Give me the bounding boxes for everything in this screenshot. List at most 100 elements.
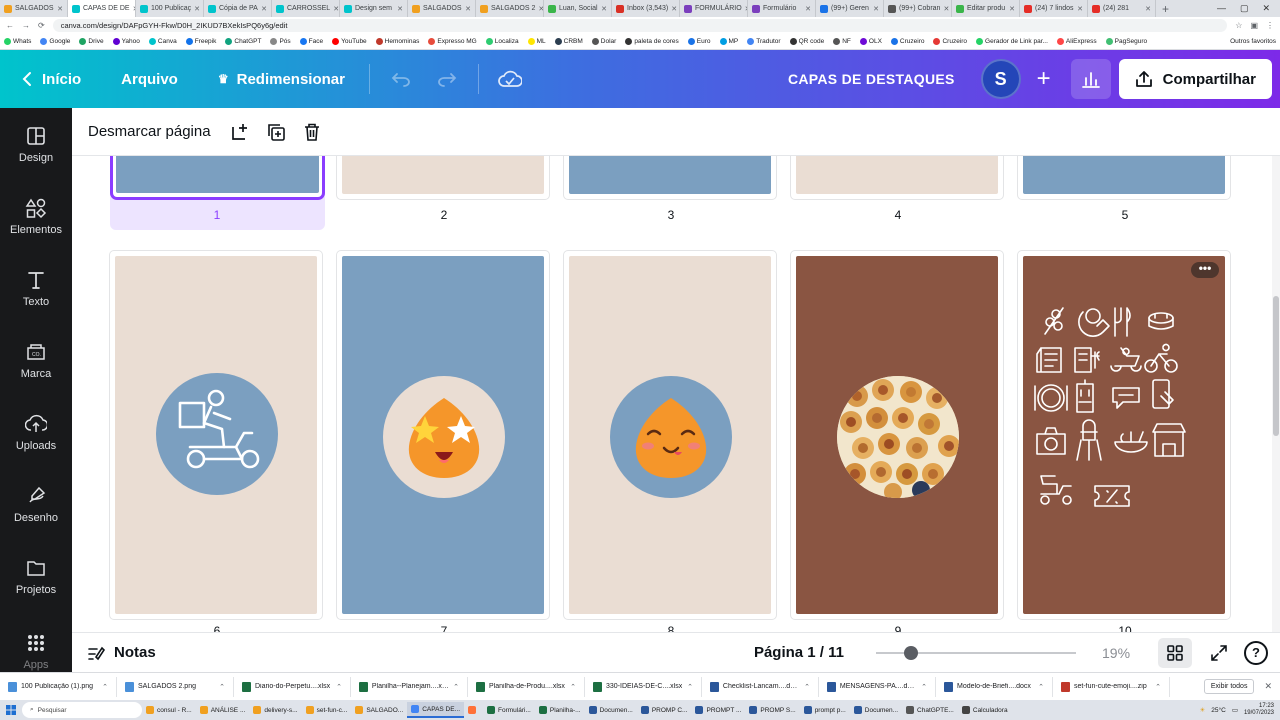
bookmark-item[interactable]: NF	[833, 38, 851, 45]
close-tab-icon[interactable]: ✕	[194, 5, 200, 13]
bookmark-item[interactable]: Tradutor	[747, 38, 781, 45]
close-tab-icon[interactable]: ✕	[601, 5, 607, 13]
close-tab-icon[interactable]: ✕	[873, 5, 879, 13]
bookmark-item[interactable]: Pós	[270, 38, 291, 45]
bookmark-item[interactable]: Google	[40, 38, 70, 45]
chevron-up-icon[interactable]: ⌃	[804, 683, 810, 691]
download-item[interactable]: Planilha-de-Produ....xlsx ⌃	[468, 676, 585, 697]
duplicate-page-icon[interactable]	[265, 121, 287, 143]
unmark-page-button[interactable]: Desmarcar página	[88, 123, 211, 140]
bookmark-item[interactable]: YouTube	[332, 38, 367, 45]
avatar[interactable]: S	[980, 59, 1021, 99]
chevron-up-icon[interactable]: ⌃	[687, 683, 693, 691]
insights-button[interactable]	[1070, 59, 1111, 99]
download-item[interactable]: MENSAGENS-PA....docx ⌃	[819, 676, 936, 697]
browser-tab[interactable]: Cópia de PA ✕	[204, 0, 272, 17]
bookmark-item[interactable]: ChatGPT	[225, 38, 261, 45]
browser-tab[interactable]: CARROSSEL ✕	[272, 0, 340, 17]
page-thumbnail-7[interactable]	[337, 251, 549, 619]
scrollbar-thumb[interactable]	[1273, 296, 1279, 436]
zoom-slider[interactable]	[876, 645, 1076, 660]
download-item[interactable]: Diario-do-Perpetu....xlsx ⌃	[234, 676, 351, 697]
bookmark-item[interactable]: PagSeguro	[1105, 38, 1147, 45]
resize-button[interactable]: ♛ Redimensionar	[218, 71, 345, 88]
taskbar-app[interactable]: consul - R...	[142, 702, 196, 718]
bookmark-item[interactable]: Euro	[687, 38, 711, 45]
chevron-up-icon[interactable]: ⌃	[1038, 683, 1044, 691]
taskbar-app[interactable]: CAPAS DE...	[407, 702, 464, 718]
browser-tab[interactable]: (99+) Cobran ✕	[884, 0, 952, 17]
bookmark-item[interactable]: OLX	[859, 38, 882, 45]
page-thumbnail-10[interactable]: •••	[1018, 251, 1230, 619]
fullscreen-button[interactable]	[1204, 638, 1234, 668]
zoom-value[interactable]: 19%	[1102, 645, 1140, 661]
file-menu-button[interactable]: Arquivo	[121, 71, 178, 88]
close-tab-icon[interactable]: ✕	[805, 5, 811, 13]
back-icon[interactable]: ←	[6, 21, 14, 30]
bookmark-item[interactable]: Gerador de Link par...	[976, 38, 1048, 45]
bookmark-item[interactable]: Freepik	[185, 38, 216, 45]
page-indicator[interactable]: Página 1 / 11	[754, 644, 844, 661]
zoom-slider-knob[interactable]	[904, 645, 918, 660]
reload-icon[interactable]: ⟳	[38, 21, 45, 30]
browser-tab[interactable]: FORMULÁRIO✕	[680, 0, 748, 17]
add-page-icon[interactable]	[229, 121, 251, 143]
undo-icon[interactable]	[384, 62, 418, 96]
cloud-saved-icon[interactable]	[493, 62, 527, 96]
taskbar-app[interactable]: PROMPT ...	[691, 702, 745, 718]
delete-page-icon[interactable]	[301, 121, 323, 143]
download-item[interactable]: SALGADOS 2.png ⌃	[117, 676, 234, 697]
close-tab-icon[interactable]: ✕	[397, 5, 403, 13]
download-item[interactable]: Modelo-de-Briefi....docx ⌃	[936, 676, 1053, 697]
download-item[interactable]: 100 Publicação (1).png ⌃	[0, 676, 117, 697]
sidebar-item-uploads[interactable]: Uploads	[0, 396, 72, 468]
bookmark-item[interactable]: paleta de cores	[625, 38, 679, 45]
bookmark-item[interactable]: QR code	[789, 38, 824, 45]
bookmark-other-folder[interactable]: Outros favoritos	[1230, 38, 1276, 45]
download-item[interactable]: Planilha--Planejam....xlsx ⌃	[351, 676, 468, 697]
page-thumbnail-9[interactable]	[791, 251, 1003, 619]
browser-tab[interactable]: Editar produ ✕	[952, 0, 1020, 17]
sidebar-item-text[interactable]: Texto	[0, 252, 72, 324]
help-button[interactable]: ?	[1244, 640, 1268, 665]
windows-start-icon[interactable]	[0, 705, 22, 715]
chevron-up-icon[interactable]: ⌃	[1155, 683, 1161, 691]
bookmark-item[interactable]: Expresso MG	[428, 38, 477, 45]
sidebar-item-apps[interactable]: Apps	[0, 612, 72, 672]
browser-tab[interactable]: Design sem ✕	[340, 0, 408, 17]
browser-tab[interactable]: (99+) Geren ✕	[816, 0, 884, 17]
download-item[interactable]: Checklist-Lancam....docx ⌃	[702, 676, 819, 697]
taskbar-app[interactable]: PROMP C...	[637, 702, 692, 718]
taskbar-app[interactable]	[464, 702, 483, 718]
close-tab-icon[interactable]: ✕	[261, 5, 267, 13]
taskbar-app[interactable]: SALGADO...	[351, 702, 407, 718]
taskbar-app[interactable]: Formulári...	[483, 702, 535, 718]
notes-button[interactable]: Notas	[88, 644, 156, 661]
bookmark-item[interactable]: Cruzeiro	[890, 38, 924, 45]
browser-tab[interactable]: SALGADOS ✕	[0, 0, 68, 17]
browser-tab[interactable]: Inbox (3,543) ✕	[612, 0, 680, 17]
grid-view-button[interactable]	[1158, 637, 1192, 668]
page-thumbnail-6[interactable]	[110, 251, 322, 619]
chevron-up-icon[interactable]: ⌃	[336, 683, 342, 691]
bookmark-item[interactable]: MP	[719, 38, 738, 45]
close-tab-icon[interactable]: ✕	[57, 5, 63, 13]
bookmark-item[interactable]: AliExpress	[1056, 38, 1097, 45]
bookmark-item[interactable]: Hemominas	[375, 38, 419, 45]
chevron-up-icon[interactable]: ⌃	[102, 683, 108, 691]
browser-menu-icon[interactable]: ⋮	[1266, 21, 1274, 30]
page-thumbnail-8[interactable]	[564, 251, 776, 619]
taskbar-app[interactable]: ANÁLISE ...	[196, 702, 250, 718]
taskbar-app[interactable]: prompt p...	[800, 702, 850, 718]
add-collaborator-button[interactable]: +	[1027, 62, 1061, 96]
bookmark-item[interactable]: Canva	[148, 38, 177, 45]
home-button[interactable]: Início	[20, 71, 81, 88]
bookmark-item[interactable]: Yahoo	[112, 38, 140, 45]
maximize-icon[interactable]: ▢	[1240, 3, 1249, 14]
taskbar-app[interactable]: Planilha-...	[535, 702, 585, 718]
new-tab-button[interactable]: +	[1156, 2, 1175, 16]
browser-tab[interactable]: 100 Publicaç ✕	[136, 0, 204, 17]
sidebar-item-projects[interactable]: Projetos	[0, 540, 72, 612]
bookmark-item[interactable]: Dolar	[591, 38, 616, 45]
taskbar-app[interactable]: set-fun-c...	[302, 702, 352, 718]
